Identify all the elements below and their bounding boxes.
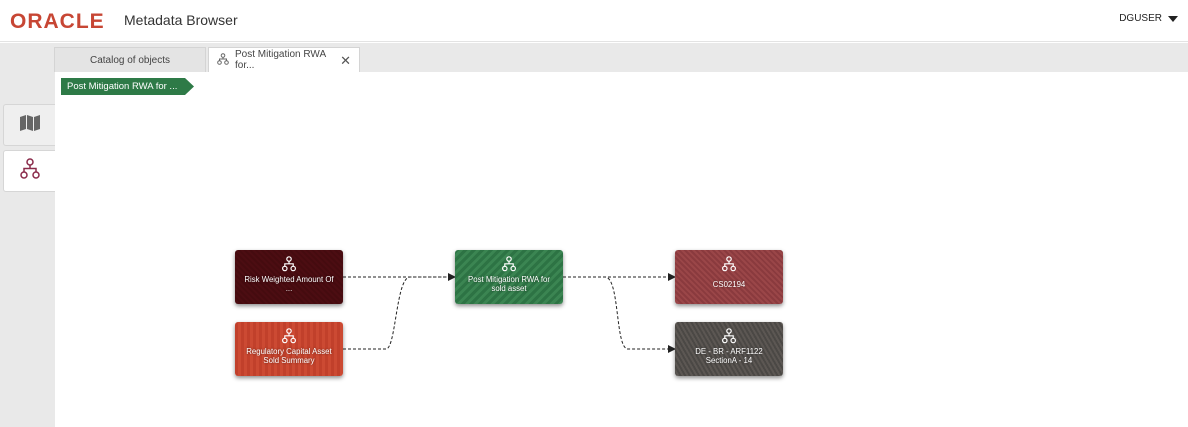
node-cs02194[interactable]: CS02194 [675, 250, 783, 304]
node-label: CS02194 [712, 280, 746, 289]
node-risk-weighted-amount[interactable]: Risk Weighted Amount Of ... [235, 250, 343, 304]
lineage-icon [281, 256, 297, 272]
node-label: Risk Weighted Amount Of ... [244, 275, 334, 293]
node-de-br-arf1122[interactable]: DE - BR - ARF1122 SectionA - 14 [675, 322, 783, 376]
lineage-icon [501, 256, 517, 272]
lineage-icon [281, 328, 297, 344]
edge-post-to-de [563, 276, 676, 353]
node-post-mitigation-rwa[interactable]: Post Mitigation RWA for sold asset [455, 250, 563, 304]
edge-reg-to-post [343, 276, 455, 350]
node-label: DE - BR - ARF1122 SectionA - 14 [695, 347, 763, 365]
node-label: Regulatory Capital Asset Sold Summary [246, 347, 332, 365]
node-label: Post Mitigation RWA for sold asset [468, 275, 550, 293]
lineage-icon [721, 256, 737, 272]
lineage-edges [343, 273, 676, 353]
node-regulatory-capital[interactable]: Regulatory Capital Asset Sold Summary [235, 322, 343, 376]
lineage-icon [721, 328, 737, 344]
